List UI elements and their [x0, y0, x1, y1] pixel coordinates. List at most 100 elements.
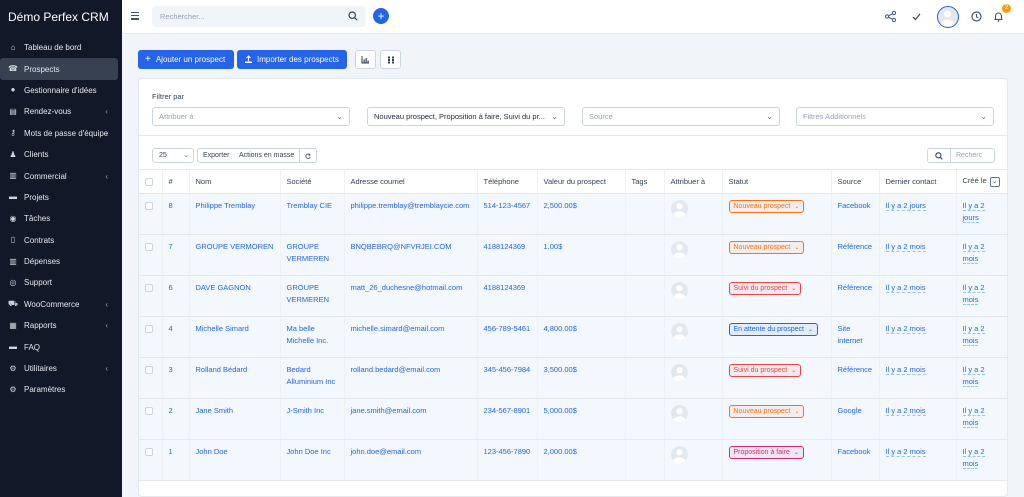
- lead-name[interactable]: John Doe: [188, 439, 280, 481]
- sidebar-item[interactable]: ⚙ Paramètres: [0, 379, 118, 400]
- sidebar-item[interactable]: ⚙ Utilitaires ‹: [0, 358, 118, 379]
- sidebar-item[interactable]: ◎ Support: [0, 272, 118, 293]
- column-header[interactable]: Adresse courriel: [343, 169, 477, 194]
- lead-name[interactable]: Rolland Bédard: [188, 357, 280, 399]
- sidebar-item[interactable]: ▬ FAQ: [0, 336, 118, 357]
- page-length-select[interactable]: 25 ⌄: [152, 148, 194, 163]
- select-all-checkbox[interactable]: [145, 177, 153, 186]
- lead-company[interactable]: GROUPE VERMEREN: [279, 234, 344, 276]
- lead-company[interactable]: GROUPE VERMEREN: [279, 275, 344, 317]
- sidebar-item[interactable]: ◉ Tâches: [0, 208, 118, 229]
- lead-email[interactable]: rolland.bedard@email.com: [343, 357, 477, 399]
- clock-icon[interactable]: [970, 10, 983, 23]
- column-header[interactable]: Téléphone: [476, 169, 537, 194]
- check-icon[interactable]: [910, 10, 923, 23]
- table-row[interactable]: 1 John Doe John Doe Inc john.doe@email.com 1…: [139, 439, 1007, 481]
- sidebar-item[interactable]: ⌂ Tableau de bord: [0, 37, 118, 58]
- user-avatar[interactable]: [937, 6, 959, 28]
- lead-email[interactable]: matt_26_duchesne@hotmail.com: [343, 275, 477, 317]
- lead-email[interactable]: john.doe@email.com: [343, 439, 477, 481]
- sidebar-item[interactable]: ▤ Rendez-vous ‹: [0, 101, 118, 122]
- lead-company[interactable]: Ma belle Michelle Inc.: [279, 316, 344, 358]
- reload-button[interactable]: [300, 148, 317, 163]
- quick-create-button[interactable]: +: [373, 8, 389, 24]
- lead-name[interactable]: Philippe Tremblay: [188, 193, 280, 235]
- row-checkbox[interactable]: [145, 325, 153, 333]
- sidebar-item[interactable]: ▬ Projets: [0, 187, 118, 208]
- lead-name[interactable]: GROUPE VERMOREN: [188, 234, 280, 276]
- kanban-view-button[interactable]: [380, 50, 401, 69]
- status-badge[interactable]: En attente du prospect ⌄: [728, 323, 818, 336]
- lead-id[interactable]: 8: [161, 193, 189, 235]
- column-header[interactable]: Créé le ⌄: [955, 169, 1007, 194]
- avatar[interactable]: [670, 405, 688, 422]
- avatar[interactable]: [670, 446, 688, 463]
- share-icon[interactable]: [884, 10, 897, 23]
- column-header[interactable]: Dernier contact: [878, 169, 956, 194]
- import-prospects-button[interactable]: Importer des prospects: [237, 50, 347, 69]
- lead-phone[interactable]: 514-123-4567: [476, 193, 537, 235]
- lead-id[interactable]: 1: [161, 439, 189, 481]
- menu-toggle-icon[interactable]: [131, 12, 139, 21]
- assigned-filter-select[interactable]: Attribuer à ⌄: [152, 107, 350, 126]
- status-badge[interactable]: Nouveau prospect ⌄: [728, 405, 805, 418]
- sidebar-item[interactable]: ▥ Dépenses: [0, 251, 118, 272]
- lead-phone[interactable]: 456-789-5461: [476, 316, 537, 358]
- search-input[interactable]: [152, 6, 332, 27]
- lead-company[interactable]: John Doe Inc: [279, 439, 344, 481]
- table-row[interactable]: 8 Philippe Tremblay Tremblay CIE philippe.t…: [139, 193, 1007, 235]
- status-badge[interactable]: Suivi du prospect ⌄: [728, 282, 802, 295]
- table-row[interactable]: 7 GROUPE VERMOREN GROUPE VERMEREN BNQBEBRQ@…: [139, 234, 1007, 276]
- lead-phone[interactable]: 345-456-7984: [476, 357, 537, 399]
- lead-company[interactable]: Bedard Alluminium Inc: [279, 357, 344, 399]
- row-checkbox[interactable]: [145, 202, 153, 210]
- column-header[interactable]: #: [161, 169, 189, 194]
- lead-company[interactable]: Tremblay CIE: [279, 193, 344, 235]
- table-row[interactable]: 2 Jane Smith J-Smith Inc jane.smith@email.c…: [139, 398, 1007, 440]
- lead-phone[interactable]: 234-567-8901: [476, 398, 537, 440]
- lead-id[interactable]: 3: [161, 357, 189, 399]
- column-header[interactable]: Attribuer à: [663, 169, 722, 194]
- table-search-button[interactable]: [927, 148, 951, 163]
- sidebar-item[interactable]: ▦ Rapports ‹: [0, 315, 118, 336]
- avatar[interactable]: [670, 364, 688, 381]
- lead-name[interactable]: Jane Smith: [188, 398, 280, 440]
- column-header[interactable]: Valeur du prospect: [536, 169, 625, 194]
- table-row[interactable]: 4 Michelle Simard Ma belle Michelle Inc. mi…: [139, 316, 1007, 358]
- sidebar-item[interactable]: ⚷ Mots de passe d'équipe ‹: [0, 123, 118, 144]
- sidebar-item[interactable]: ● Gestionnaire d'idées: [0, 80, 118, 101]
- column-header[interactable]: Tags: [624, 169, 664, 194]
- lead-email[interactable]: jane.smith@email.com: [343, 398, 477, 440]
- lead-phone[interactable]: 123-456-7890: [476, 439, 537, 481]
- status-badge[interactable]: Proposition à faire ⌄: [728, 446, 804, 459]
- avatar[interactable]: [670, 200, 688, 217]
- add-prospect-button[interactable]: + Ajouter un prospect: [138, 50, 234, 69]
- row-checkbox[interactable]: [145, 284, 153, 292]
- sidebar-item[interactable]: ⛟ WooCommerce ‹: [0, 294, 118, 315]
- table-search-input[interactable]: [951, 148, 995, 163]
- lead-id[interactable]: 6: [161, 275, 189, 317]
- lead-email[interactable]: michelle.simard@email.com: [343, 316, 477, 358]
- sidebar-item[interactable]: ▥ Commercial ‹: [0, 165, 118, 186]
- table-row[interactable]: 6 DAVE GAGNON GROUPE VERMEREN matt_26_duche…: [139, 275, 1007, 317]
- source-filter-select[interactable]: Source ⌄: [582, 107, 780, 126]
- lead-phone[interactable]: 4188124369: [476, 275, 537, 317]
- column-header[interactable]: Société: [279, 169, 344, 194]
- summary-chart-button[interactable]: [355, 50, 376, 69]
- row-checkbox[interactable]: [145, 448, 153, 456]
- status-badge[interactable]: Suivi du prospect ⌄: [728, 364, 802, 377]
- bulk-actions-button[interactable]: Actions en masse: [234, 148, 301, 163]
- column-header[interactable]: Statut: [721, 169, 831, 194]
- row-checkbox[interactable]: [145, 243, 153, 251]
- column-header[interactable]: Nom: [188, 169, 280, 194]
- lead-email[interactable]: philippe.tremblay@tremblaycie.com: [343, 193, 477, 235]
- lead-name[interactable]: Michelle Simard: [188, 316, 280, 358]
- lead-name[interactable]: DAVE GAGNON: [188, 275, 280, 317]
- sidebar-item[interactable]: ▯ Contrats: [0, 230, 118, 251]
- lead-email[interactable]: BNQBEBRQ@NFVRJEI.COM: [343, 234, 477, 276]
- export-button[interactable]: Exporter: [197, 148, 236, 163]
- sidebar-item[interactable]: ♟ Clients: [0, 144, 118, 165]
- lead-company[interactable]: J-Smith Inc: [279, 398, 344, 440]
- lead-id[interactable]: 7: [161, 234, 189, 276]
- status-filter-select[interactable]: Nouveau prospect, Proposition à faire, S…: [367, 107, 565, 126]
